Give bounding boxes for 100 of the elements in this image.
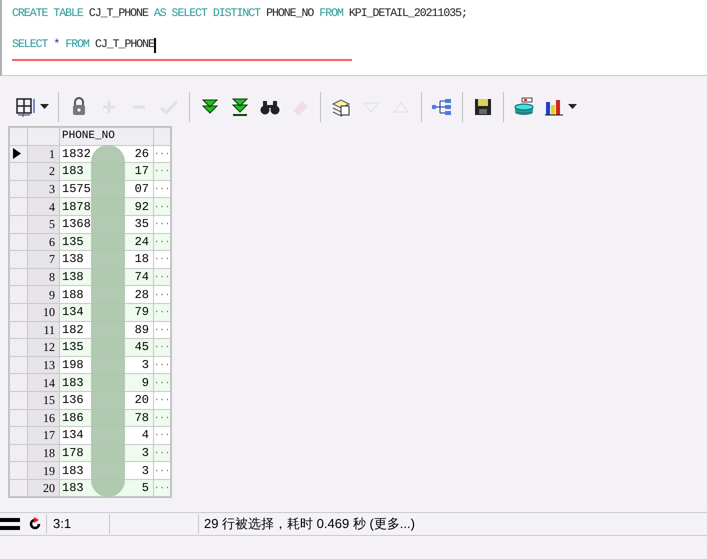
table-cell: 1368 <box>62 217 91 232</box>
ellipsis-button[interactable]: ··· <box>154 217 170 232</box>
ellipsis-button[interactable]: ··· <box>154 410 170 425</box>
ellipsis-button[interactable]: ··· <box>154 252 170 266</box>
code-token: SELECT <box>12 37 48 54</box>
tree-diagram-icon <box>431 96 453 118</box>
ellipsis-button[interactable]: ··· <box>154 393 170 408</box>
row-number: 13 <box>43 358 55 372</box>
row-number: 3 <box>49 182 55 196</box>
code-token: AS SELECT DISTINCT <box>154 6 260 22</box>
table-cell: 182 <box>62 322 84 337</box>
double-arrow-down-bar-icon <box>229 96 251 118</box>
code-token: CJ_T_PHONE <box>88 6 148 22</box>
table-cell: 136 <box>62 393 84 408</box>
ellipsis-button[interactable]: ··· <box>154 182 170 196</box>
table-cell: 35 <box>134 217 149 232</box>
row-number: 12 <box>43 340 55 354</box>
table-cell: 20 <box>134 393 149 408</box>
ellipsis-button[interactable]: ··· <box>154 340 170 354</box>
table-cell: 45 <box>134 340 149 354</box>
ellipsis-button[interactable]: ··· <box>154 428 170 442</box>
row-number: 18 <box>43 446 55 460</box>
table-cell: 138 <box>62 252 84 266</box>
code-token: FROM <box>65 37 89 54</box>
row-number: 1 <box>49 146 55 161</box>
row-number: 2 <box>49 164 55 178</box>
table-cell: 9 <box>142 376 149 390</box>
row-number: 8 <box>49 270 55 284</box>
ellipsis-button[interactable]: ··· <box>154 164 170 178</box>
column-header[interactable]: PHONE_NO <box>60 128 154 146</box>
row-number: 14 <box>43 376 55 390</box>
code-token: * <box>53 37 60 54</box>
code-token: CJ_T_PHONE <box>94 37 154 54</box>
table-cell: 178 <box>62 446 84 460</box>
ellipsis-button[interactable]: ··· <box>154 305 170 320</box>
table-cell: 188 <box>62 288 84 302</box>
table-cell: 79 <box>134 305 149 320</box>
cursor-position: 3:1 <box>53 515 72 534</box>
row-number: 9 <box>49 288 55 302</box>
caret-icon <box>568 104 577 110</box>
text-cursor <box>154 38 156 52</box>
code-token: PHONE_NO <box>266 6 314 22</box>
table-cell: 198 <box>62 358 84 372</box>
row-number: 10 <box>43 305 55 320</box>
table-cell: 17 <box>134 164 149 178</box>
table-cell: 78 <box>134 410 149 425</box>
current-row-arrow-icon <box>13 148 21 160</box>
table-cell: 07 <box>134 182 149 196</box>
table-cell: 28 <box>134 288 149 302</box>
ellipsis-button[interactable]: ··· <box>154 358 170 372</box>
row-number: 7 <box>49 252 55 266</box>
caret-icon <box>40 104 49 110</box>
table-cell: 183 <box>62 164 84 178</box>
row-number: 6 <box>49 234 55 249</box>
row-number: 20 <box>43 481 55 496</box>
ellipsis-button[interactable]: ··· <box>154 481 170 496</box>
ellipsis-button[interactable]: ··· <box>154 446 170 460</box>
ellipsis-button[interactable]: ··· <box>154 234 170 249</box>
table-cell: 26 <box>134 146 149 161</box>
row-number: 15 <box>43 393 55 408</box>
table-cell: 1832 <box>62 146 91 161</box>
row-number: 5 <box>49 217 55 232</box>
code-token: FROM <box>319 6 343 22</box>
table-cell: 1575 <box>62 182 91 196</box>
table-cell: 89 <box>134 322 149 337</box>
table-cell: 3 <box>142 464 149 478</box>
table-cell: 92 <box>134 200 149 214</box>
table-cell: 138 <box>62 270 84 284</box>
table-cell: 18 <box>134 252 149 266</box>
menu-icon <box>0 516 20 532</box>
row-number: 17 <box>43 428 55 442</box>
ellipsis-button[interactable]: ··· <box>154 200 170 214</box>
table-cell: 135 <box>62 340 84 354</box>
table-cell: 74 <box>134 270 149 284</box>
table-cell: 135 <box>62 234 84 249</box>
status-message: 29 行被选择，耗时 0.469 秒 (更多...) <box>204 515 415 534</box>
ellipsis-button[interactable]: ··· <box>154 270 170 284</box>
database-icon <box>513 96 535 118</box>
table-cell: 186 <box>62 410 84 425</box>
table-cell: 3 <box>142 358 149 372</box>
table-cell: 183 <box>62 376 84 390</box>
table-cell: 1878 <box>62 200 91 214</box>
table-cell: 4 <box>142 428 149 442</box>
table-cell: 24 <box>134 234 149 249</box>
table-cell: 183 <box>62 464 84 478</box>
refresh-icon <box>28 517 42 531</box>
table-cell: 134 <box>62 305 84 320</box>
table-cell: 183 <box>62 481 84 496</box>
table-cell: 134 <box>62 428 84 442</box>
ellipsis-button[interactable]: ··· <box>154 464 170 478</box>
grid-icon <box>15 96 37 118</box>
row-number: 11 <box>43 322 55 337</box>
ellipsis-button[interactable]: ··· <box>154 376 170 390</box>
ellipsis-button[interactable]: ··· <box>154 322 170 337</box>
ellipsis-button[interactable]: ··· <box>154 288 170 302</box>
row-number: 16 <box>43 410 55 425</box>
row-number: 4 <box>49 200 55 214</box>
table-cell: 5 <box>142 481 149 496</box>
ellipsis-button[interactable]: ··· <box>154 146 170 161</box>
code-token: CREATE TABLE <box>12 6 83 22</box>
